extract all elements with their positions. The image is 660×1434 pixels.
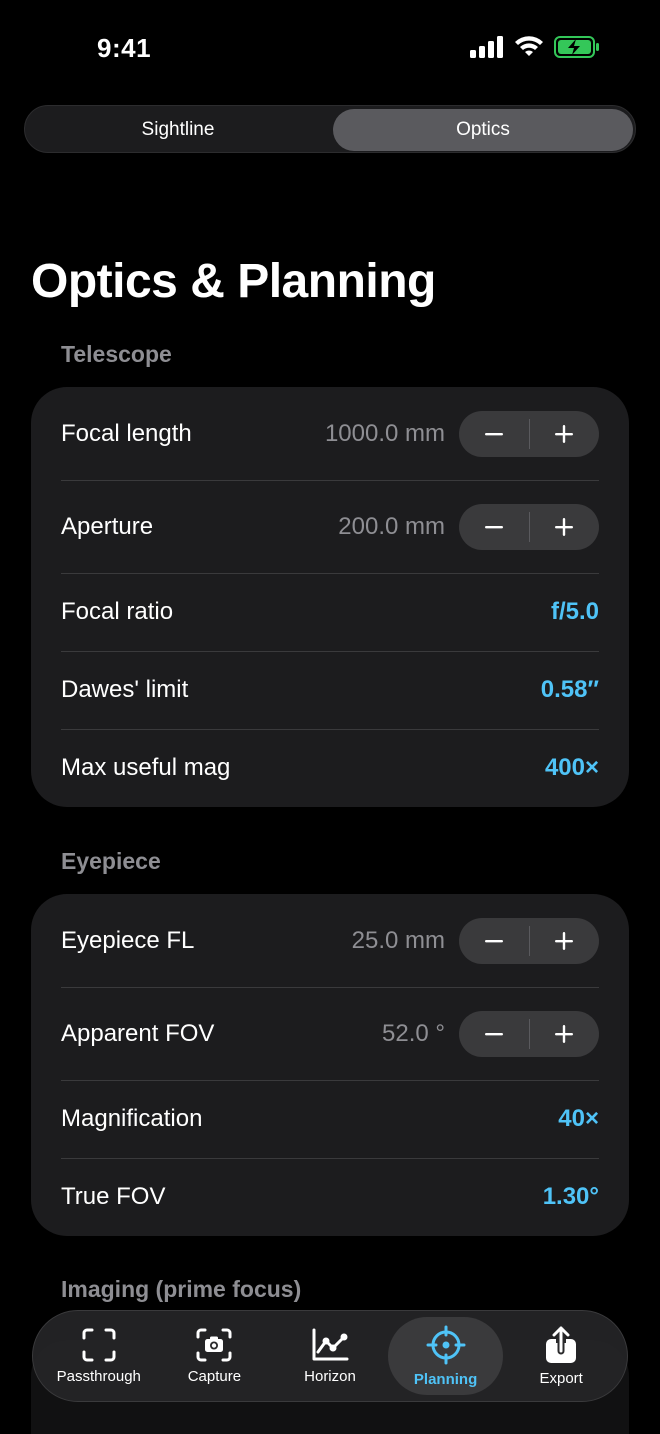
aperture-label: Aperture [61, 512, 154, 540]
plus-icon [555, 931, 574, 950]
status-time: 9:41 [97, 33, 152, 63]
aperture-row: Aperture 200.0 mm [31, 480, 629, 573]
tab-export[interactable]: Export [503, 1317, 619, 1395]
eyepiece-fl-increment-button[interactable] [530, 918, 600, 964]
status-icons [470, 36, 600, 58]
segment-optics[interactable]: Optics [333, 109, 633, 151]
page-title: Optics & Planning [31, 255, 436, 308]
focal-length-increment-button[interactable] [530, 411, 600, 457]
eyepiece-fl-value: 25.0 mm [351, 926, 445, 954]
dawes-limit-row: Dawes' limit 0.58″ [31, 651, 629, 729]
minus-icon [484, 525, 503, 528]
apparent-fov-decrement-button[interactable] [459, 1011, 529, 1057]
eyepiece-fl-stepper [459, 917, 600, 964]
max-mag-label: Max useful mag [61, 754, 231, 781]
focal-length-row: Focal length 1000.0 mm [31, 387, 629, 480]
telescope-section-header: Telescope [61, 341, 172, 367]
apparent-fov-increment-button[interactable] [530, 1011, 600, 1057]
chart-icon [312, 1328, 349, 1360]
view-segmented-control: Sightline Optics [24, 105, 636, 153]
max-mag-value: 400× [544, 754, 599, 781]
aperture-value: 200.0 mm [338, 512, 445, 540]
status-bar: 9:41 [0, 0, 660, 96]
eyepiece-fl-row: Eyepiece FL 25.0 mm [31, 894, 629, 987]
focal-length-stepper [459, 410, 600, 457]
tab-horizon[interactable]: Horizon [272, 1317, 388, 1395]
magnification-row: Magnification 40× [31, 1080, 629, 1158]
eyepiece-fl-label: Eyepiece FL [61, 926, 195, 954]
eyepiece-fl-decrement-button[interactable] [459, 918, 529, 964]
apparent-fov-stepper [459, 1010, 600, 1057]
wifi-icon [515, 36, 543, 56]
focal-length-value: 1000.0 mm [324, 419, 445, 447]
tab-passthrough-label: Passthrough [56, 1367, 141, 1385]
true-fov-label: True FOV [61, 1183, 166, 1210]
camera-icon [196, 1328, 232, 1361]
cellular-signal-icon [470, 36, 503, 58]
apparent-fov-value: 52.0 ° [382, 1019, 445, 1047]
dawes-limit-label: Dawes' limit [61, 676, 189, 703]
passthrough-icon [82, 1328, 116, 1361]
plus-icon [555, 517, 574, 536]
plus-icon [555, 424, 574, 443]
magnification-value: 40× [558, 1105, 599, 1132]
tab-passthrough[interactable]: Passthrough [41, 1317, 157, 1395]
tab-bar: Passthrough Capture Horizon Planning Exp… [32, 1310, 628, 1402]
focal-length-decrement-button[interactable] [459, 411, 529, 457]
max-mag-row: Max useful mag 400× [31, 729, 629, 807]
tab-planning[interactable]: Planning [387, 1317, 504, 1395]
focal-ratio-label: Focal ratio [61, 598, 174, 625]
eyepiece-section-header: Eyepiece [61, 848, 161, 874]
minus-icon [484, 939, 503, 942]
battery-charging-icon [554, 36, 599, 58]
tab-planning-label: Planning [413, 1370, 478, 1388]
aperture-decrement-button[interactable] [459, 504, 529, 550]
minus-icon [484, 432, 503, 435]
magnification-label: Magnification [61, 1105, 203, 1132]
crosshair-icon [426, 1325, 466, 1364]
imaging-section-header: Imaging (prime focus) [61, 1276, 302, 1302]
tab-capture[interactable]: Capture [157, 1317, 273, 1395]
eyepiece-card: Eyepiece FL 25.0 mm Apparent FOV 52.0 ° … [31, 894, 629, 1236]
apparent-fov-label: Apparent FOV [61, 1019, 215, 1047]
focal-ratio-row: Focal ratio f/5.0 [31, 573, 629, 651]
segment-sightline[interactable]: Sightline [28, 109, 328, 151]
share-icon [546, 1325, 577, 1363]
tab-export-label: Export [539, 1369, 583, 1387]
tab-horizon-label: Horizon [304, 1367, 356, 1385]
aperture-stepper [459, 503, 600, 550]
true-fov-value: 1.30° [542, 1183, 599, 1210]
telescope-card: Focal length 1000.0 mm Aperture 200.0 mm… [31, 387, 629, 807]
true-fov-row: True FOV 1.30° [31, 1158, 629, 1236]
focal-length-label: Focal length [61, 419, 192, 447]
tab-capture-label: Capture [187, 1367, 242, 1385]
dawes-limit-value: 0.58″ [540, 676, 599, 703]
minus-icon [484, 1032, 503, 1035]
apparent-fov-row: Apparent FOV 52.0 ° [31, 987, 629, 1080]
focal-ratio-value: f/5.0 [550, 598, 599, 625]
aperture-increment-button[interactable] [530, 504, 600, 550]
plus-icon [555, 1024, 574, 1043]
